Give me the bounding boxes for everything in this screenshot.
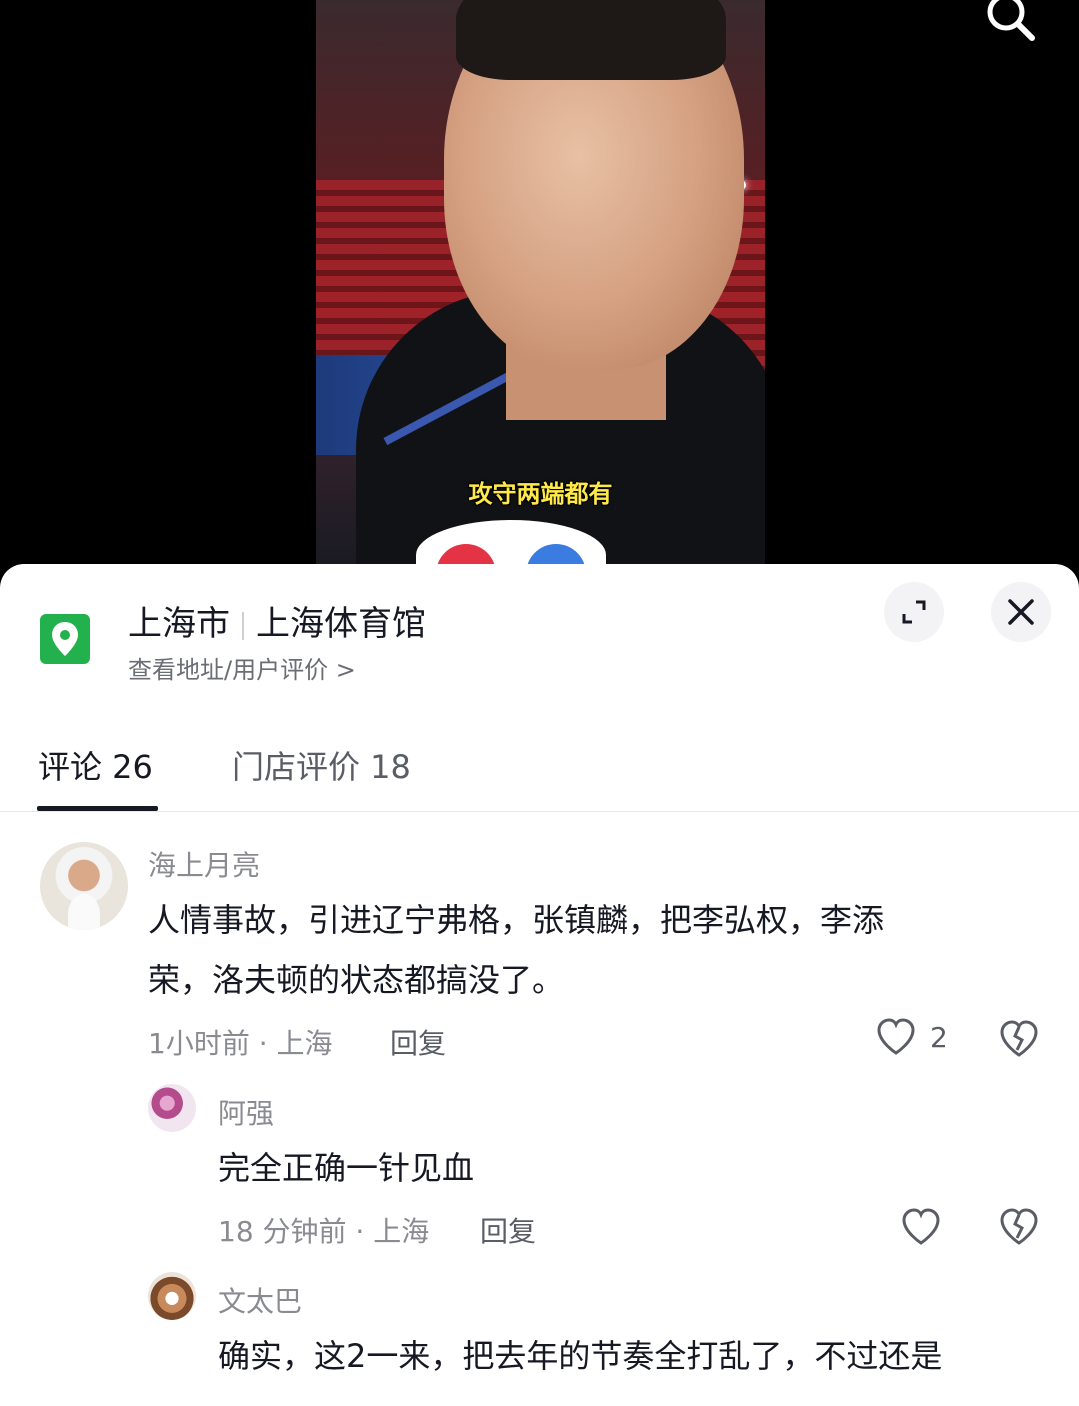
heart-icon (877, 1018, 915, 1055)
comment-text: 确实，这2一来，把去年的节奏全打乱了，不过还是 (218, 1337, 943, 1375)
comment-username[interactable]: 文太巴 (218, 1280, 302, 1320)
location-comments-sheet: 上海市 上海体育馆 查看地址/用户评价 > 评论 26 门店评价 18 海上月亮 … (0, 564, 1079, 1406)
broken-heart-icon (1000, 1208, 1038, 1245)
search-button[interactable] (980, 0, 1040, 46)
avatar[interactable] (148, 1272, 196, 1320)
comment-text-line: 人情事故，引进辽宁弗格，张镇麟，把李弘权，李添 (148, 901, 885, 939)
active-tab-indicator (37, 806, 158, 811)
avatar[interactable] (40, 842, 128, 930)
tab-bar: 评论 26 门店评价 18 (0, 734, 1079, 812)
location-pin-icon (40, 614, 90, 664)
like-count: 2 (930, 1020, 948, 1054)
broken-heart-icon (1000, 1020, 1038, 1057)
video-frame[interactable]: 10 攻守两端都有 (316, 0, 765, 565)
heart-icon (902, 1208, 940, 1245)
location-title[interactable]: 上海市 上海体育馆 (128, 596, 426, 645)
comment-meta: 18 分钟前 · 上海 (218, 1215, 430, 1248)
search-icon (987, 0, 1035, 41)
dislike-button[interactable] (999, 1208, 1039, 1250)
reply-button[interactable]: 回复 (480, 1210, 536, 1250)
close-button[interactable] (991, 582, 1051, 642)
avatar[interactable] (148, 1084, 196, 1132)
like-button[interactable]: 2 (876, 1018, 948, 1056)
comment-text: 完全正确一针见血 (218, 1149, 475, 1187)
reply-button[interactable]: 回复 (390, 1022, 446, 1062)
comment-text: 人情事故，引进辽宁弗格，张镇麟，把李弘权，李添 荣，洛夫顿的状态都搞没了。 (148, 890, 884, 1010)
tab-store-reviews[interactable]: 门店评价 18 (232, 742, 411, 788)
like-button[interactable] (901, 1208, 941, 1246)
expand-icon (902, 600, 926, 624)
video-player[interactable]: 10 攻守两端都有 (0, 0, 1079, 580)
dislike-button[interactable] (999, 1020, 1039, 1062)
video-subtitle: 攻守两端都有 (468, 480, 613, 508)
location-venue: 上海体育馆 (256, 604, 426, 644)
person-hair (456, 0, 726, 80)
comment-username[interactable]: 阿强 (218, 1092, 274, 1132)
comment-meta: 1小时前 · 上海 (148, 1027, 333, 1060)
title-divider (242, 611, 244, 640)
address-reviews-link[interactable]: 查看地址/用户评价 > (128, 650, 356, 685)
tab-comments[interactable]: 评论 26 (38, 742, 153, 788)
comment-text-line: 荣，洛夫顿的状态都搞没了。 (148, 961, 565, 999)
expand-button[interactable] (884, 582, 944, 642)
close-icon (1008, 599, 1034, 625)
comment-username[interactable]: 海上月亮 (148, 844, 260, 884)
location-city: 上海市 (128, 604, 230, 644)
